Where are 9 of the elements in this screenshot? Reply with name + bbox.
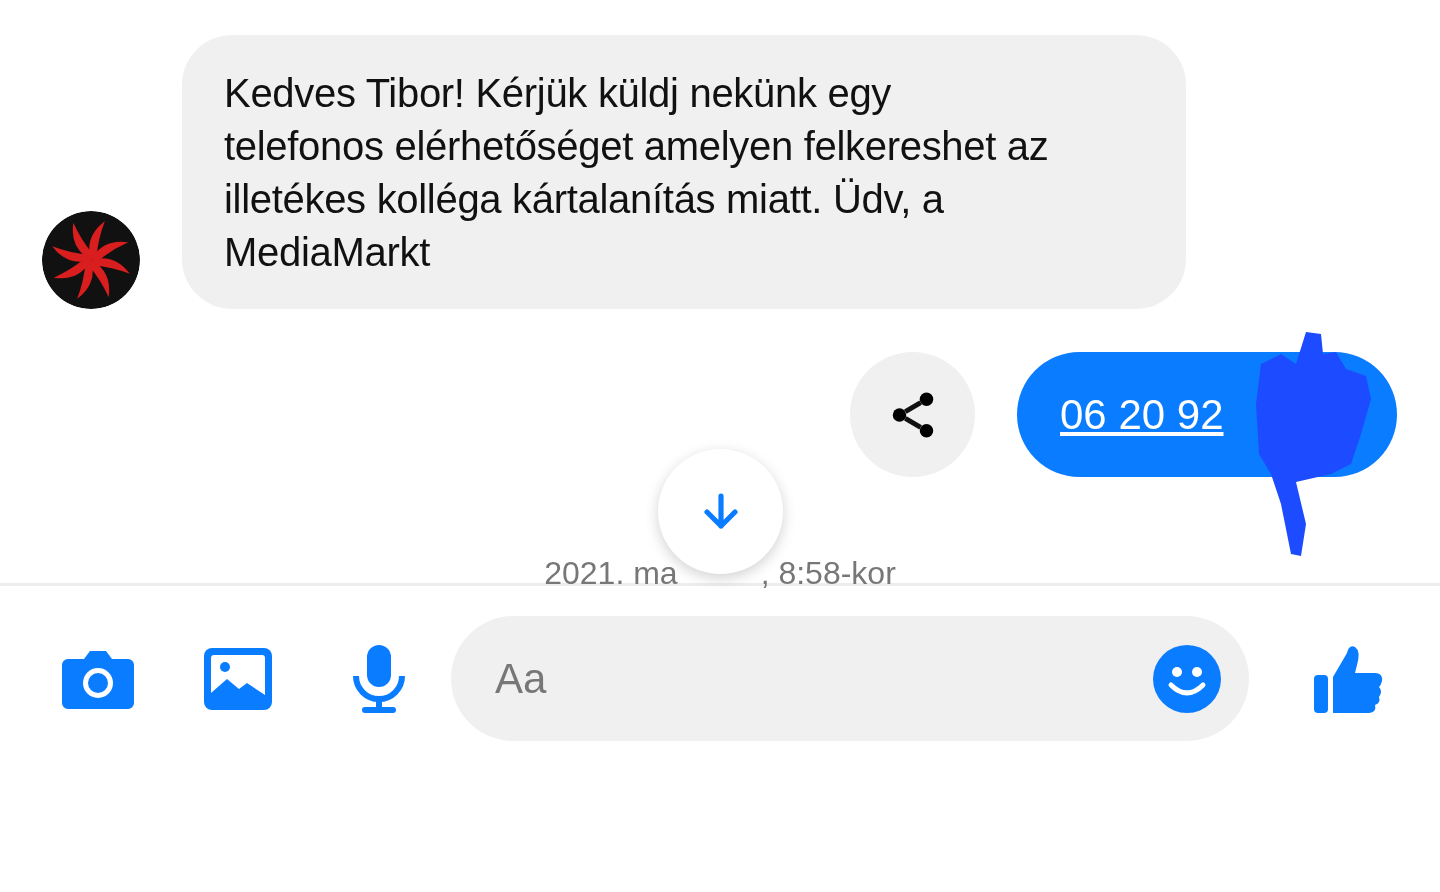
timestamp-text: 2021. ma — [544, 555, 678, 592]
microphone-icon[interactable] — [351, 643, 407, 714]
timestamp-text: , 8:58-kor — [760, 555, 896, 592]
incoming-message: Kedves Tibor! Kérjük küldj nekünk egy telefonos elérhetőséget amelyen felkereshet az illetékes kolléga kártalanítás miatt. Üdv, a MediaMarkt — [182, 35, 1186, 309]
message-input[interactable]: Aa — [493, 653, 1153, 704]
avatar-icon — [42, 211, 140, 309]
message-field[interactable]: Aa — [451, 616, 1249, 741]
image-icon[interactable] — [203, 646, 273, 711]
emoji-icon[interactable] — [1153, 644, 1221, 713]
